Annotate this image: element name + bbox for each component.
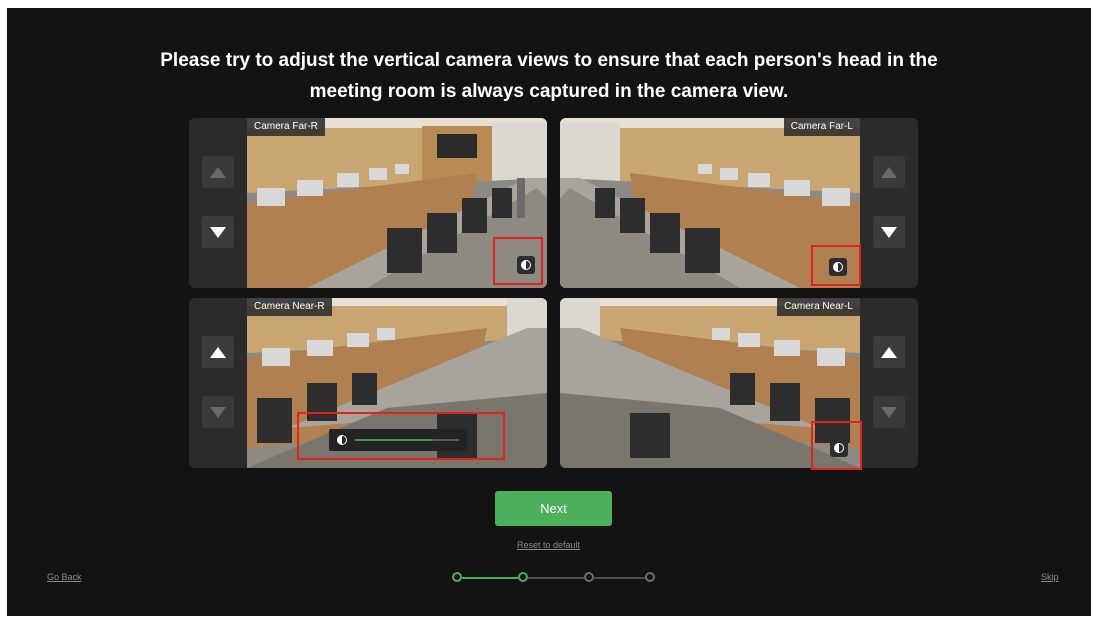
tilt-down-button-far-l[interactable] — [873, 216, 905, 248]
skip-link[interactable]: Skip — [1041, 572, 1059, 582]
camera-label-near-l: Camera Near-L — [777, 298, 860, 316]
tilt-up-button-near-r[interactable] — [202, 336, 234, 368]
camera-label-far-r: Camera Far-R — [247, 118, 325, 136]
tilt-down-button-near-r[interactable] — [202, 396, 234, 428]
tilt-up-button-near-l[interactable] — [873, 336, 905, 368]
tilt-up-button-far-r[interactable] — [202, 156, 234, 188]
step-connector-2 — [528, 577, 584, 579]
reset-to-default-link[interactable]: Reset to default — [517, 540, 580, 550]
camera-label-far-l: Camera Far-L — [783, 118, 860, 136]
camera-panel-near-l: Camera Near-L — [560, 298, 918, 468]
camera-panel-far-l: Camera Far-L — [560, 118, 918, 288]
step-connector-1 — [462, 577, 518, 579]
wizard-screen: Please try to adjust the vertical camera… — [7, 8, 1091, 616]
next-button[interactable]: Next — [495, 491, 612, 526]
instruction-line-1: Please try to adjust the vertical camera… — [160, 50, 938, 71]
step-dot-2 — [518, 572, 528, 582]
tilt-down-button-near-l[interactable] — [873, 396, 905, 428]
arrow-down-icon — [210, 406, 226, 418]
instruction-title: Please try to adjust the vertical camera… — [7, 45, 1091, 107]
highlight-box-far-r — [493, 237, 543, 285]
tilt-up-button-far-l[interactable] — [873, 156, 905, 188]
highlight-box-far-l — [811, 245, 861, 286]
arrow-up-icon — [210, 346, 226, 358]
camera-label-near-r: Camera Near-R — [247, 298, 332, 316]
highlight-box-near-l — [811, 421, 862, 470]
step-dot-1 — [452, 572, 462, 582]
instruction-line-2: meeting room is always captured in the c… — [309, 81, 789, 102]
go-back-link[interactable]: Go Back — [47, 572, 82, 582]
arrow-down-icon — [210, 226, 226, 238]
arrow-down-icon — [881, 226, 897, 238]
arrow-up-icon — [881, 166, 897, 178]
arrow-up-icon — [881, 346, 897, 358]
arrow-down-icon — [881, 406, 897, 418]
highlight-box-near-r-slider — [297, 412, 505, 460]
arrow-up-icon — [210, 166, 226, 178]
progress-stepper — [452, 572, 655, 584]
step-dot-4 — [645, 572, 655, 582]
step-connector-3 — [594, 577, 650, 579]
step-dot-3 — [584, 572, 594, 582]
tilt-down-button-far-r[interactable] — [202, 216, 234, 248]
